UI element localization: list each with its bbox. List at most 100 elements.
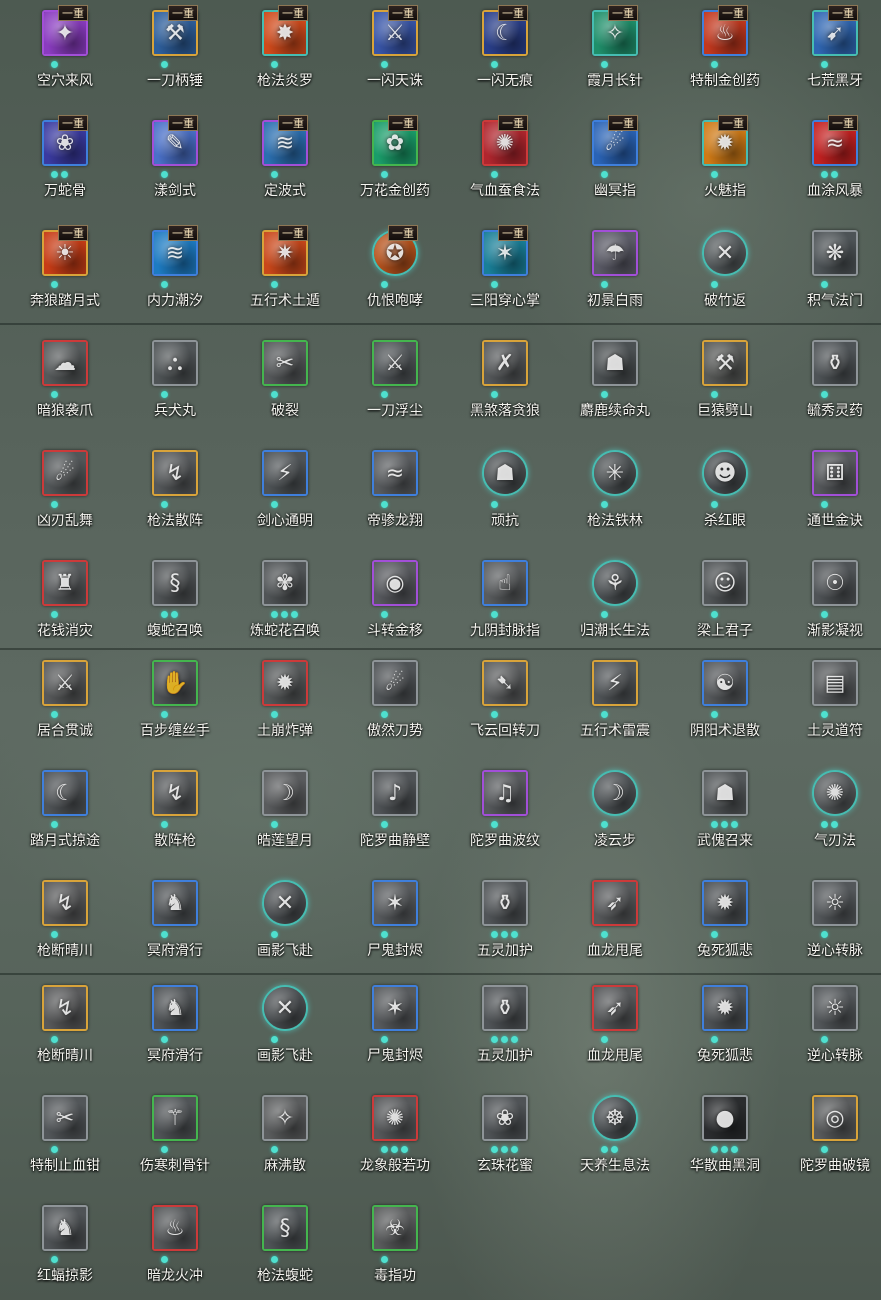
skill-icon[interactable]: ◉ bbox=[372, 560, 418, 606]
skill-icon[interactable]: ⚅ bbox=[812, 450, 858, 496]
skill-icon[interactable]: ✶ bbox=[372, 880, 418, 926]
skill-icon[interactable]: ☝ bbox=[482, 560, 528, 606]
level-dots bbox=[271, 171, 278, 179]
skill-icon[interactable]: ☗ bbox=[592, 340, 638, 386]
skill-icon[interactable]: ↯ bbox=[42, 880, 88, 926]
skill-icon[interactable]: ✹ bbox=[702, 880, 748, 926]
level-dots bbox=[51, 1036, 58, 1044]
skill-icon[interactable]: ◎ bbox=[812, 1095, 858, 1141]
level-dots bbox=[381, 611, 388, 619]
skill-icon[interactable]: ⚔ bbox=[372, 340, 418, 386]
skill-icon[interactable]: ☣ bbox=[372, 1205, 418, 1251]
skill-icon[interactable]: ☼ bbox=[812, 985, 858, 1031]
level-dot bbox=[291, 611, 298, 618]
level-dots bbox=[601, 391, 608, 399]
skill-icon[interactable]: ♪ bbox=[372, 770, 418, 816]
skill-icon[interactable]: ☄ bbox=[42, 450, 88, 496]
skill-icon[interactable]: ➷ bbox=[482, 660, 528, 706]
skill-icon[interactable]: ☗ bbox=[702, 770, 748, 816]
skill-icon[interactable]: ✕ bbox=[262, 880, 308, 926]
skill-icon[interactable]: ♞ bbox=[42, 1205, 88, 1251]
level-dots bbox=[381, 171, 388, 179]
skill-icon[interactable]: ☂ bbox=[592, 230, 638, 276]
skill-icon[interactable]: ✕ bbox=[262, 985, 308, 1031]
skill-icon[interactable]: ☉ bbox=[812, 560, 858, 606]
skill-icon[interactable]: ✂ bbox=[262, 340, 308, 386]
skill-icon[interactable]: ⚡ bbox=[262, 450, 308, 496]
skill-icon[interactable]: ↯ bbox=[152, 450, 198, 496]
skill-glyph-icon: ✕ bbox=[275, 890, 295, 916]
skill-icon[interactable]: ⚡ bbox=[592, 660, 638, 706]
skill-name: 凌云步 bbox=[594, 833, 636, 849]
skill-icon[interactable]: ☁ bbox=[42, 340, 88, 386]
skill-icon[interactable]: ♜ bbox=[42, 560, 88, 606]
skill-icon[interactable]: ☗ bbox=[482, 450, 528, 496]
skill-icon[interactable]: ✹ bbox=[262, 660, 308, 706]
level-dot bbox=[161, 931, 168, 938]
skill-name: 枪法铁林 bbox=[587, 513, 643, 529]
skill-name: 画影飞赴 bbox=[257, 1048, 313, 1064]
level-dots bbox=[381, 61, 388, 69]
level-dot bbox=[491, 501, 498, 508]
skill-icon[interactable]: ▤ bbox=[812, 660, 858, 706]
skill-icon[interactable]: ≈ bbox=[372, 450, 418, 496]
level-dots bbox=[51, 61, 58, 69]
skill-icon[interactable]: ☽ bbox=[592, 770, 638, 816]
skill-icon[interactable]: ⚘ bbox=[592, 560, 638, 606]
skill-icon[interactable]: ♫ bbox=[482, 770, 528, 816]
skill-icon[interactable]: ♞ bbox=[152, 985, 198, 1031]
skill-icon[interactable]: ✳ bbox=[592, 450, 638, 496]
skill-icon[interactable]: ☾ bbox=[42, 770, 88, 816]
skill-icon[interactable]: ☼ bbox=[812, 880, 858, 926]
skill-icon[interactable]: ● bbox=[702, 1095, 748, 1141]
skill-icon[interactable]: ⚱ bbox=[812, 340, 858, 386]
level-dots bbox=[161, 281, 168, 289]
level-dot bbox=[51, 281, 58, 288]
skill-name: 枪法炎罗 bbox=[257, 73, 313, 89]
skill-name: 逆心转脉 bbox=[807, 943, 863, 959]
skill-icon[interactable]: ☻ bbox=[702, 450, 748, 496]
skill-icon[interactable]: ✹ bbox=[702, 985, 748, 1031]
skill-name: 血涂风暴 bbox=[807, 183, 863, 199]
skill-icon[interactable]: ☽ bbox=[262, 770, 308, 816]
skill-icon[interactable]: ↯ bbox=[42, 985, 88, 1031]
tier-badge: 一重 bbox=[498, 115, 528, 131]
skill-icon[interactable]: ✋ bbox=[152, 660, 198, 706]
level-dot bbox=[51, 61, 58, 68]
skill-icon[interactable]: ➶ bbox=[592, 880, 638, 926]
skill-icon[interactable]: ✾ bbox=[262, 560, 308, 606]
level-dots bbox=[601, 281, 608, 289]
skill-icon[interactable]: ⚱ bbox=[482, 985, 528, 1031]
skill-icon[interactable]: ⚒ bbox=[702, 340, 748, 386]
skill-glyph-icon: ↯ bbox=[165, 460, 185, 486]
skill-icon[interactable]: ☯ bbox=[702, 660, 748, 706]
skill-icon[interactable]: ❀ bbox=[482, 1095, 528, 1141]
skill-icon[interactable]: § bbox=[262, 1205, 308, 1251]
skill-icon[interactable]: ↯ bbox=[152, 770, 198, 816]
skill-icon[interactable]: ✺ bbox=[372, 1095, 418, 1141]
skill-glyph-icon: ⚔ bbox=[55, 670, 75, 696]
skill-icon[interactable]: ☺ bbox=[702, 560, 748, 606]
level-dots bbox=[491, 931, 518, 939]
skill-name: 百步缠丝手 bbox=[140, 723, 210, 739]
skill-icon[interactable]: ⚚ bbox=[152, 1095, 198, 1141]
tier-badge: 一重 bbox=[828, 115, 858, 131]
skill-icon[interactable]: ✗ bbox=[482, 340, 528, 386]
skill-icon[interactable]: ♞ bbox=[152, 880, 198, 926]
skill-icon[interactable]: § bbox=[152, 560, 198, 606]
skill-icon[interactable]: ☸ bbox=[592, 1095, 638, 1141]
skill-icon[interactable]: ✺ bbox=[812, 770, 858, 816]
skill-icon[interactable]: ✧ bbox=[262, 1095, 308, 1141]
skill-icon[interactable]: ❋ bbox=[812, 230, 858, 276]
skill-icon[interactable]: ✂ bbox=[42, 1095, 88, 1141]
skill-icon[interactable]: ⚱ bbox=[482, 880, 528, 926]
skill-icon[interactable]: ✶ bbox=[372, 985, 418, 1031]
skill-glyph-icon: ⚡ bbox=[277, 460, 293, 486]
skill-icon[interactable]: ♨ bbox=[152, 1205, 198, 1251]
skill-icon[interactable]: ☄ bbox=[372, 660, 418, 706]
level-dots bbox=[601, 171, 608, 179]
skill-icon[interactable]: ➶ bbox=[592, 985, 638, 1031]
skill-icon[interactable]: ⛬ bbox=[152, 340, 198, 386]
skill-icon[interactable]: ✕ bbox=[702, 230, 748, 276]
skill-icon[interactable]: ⚔ bbox=[42, 660, 88, 706]
